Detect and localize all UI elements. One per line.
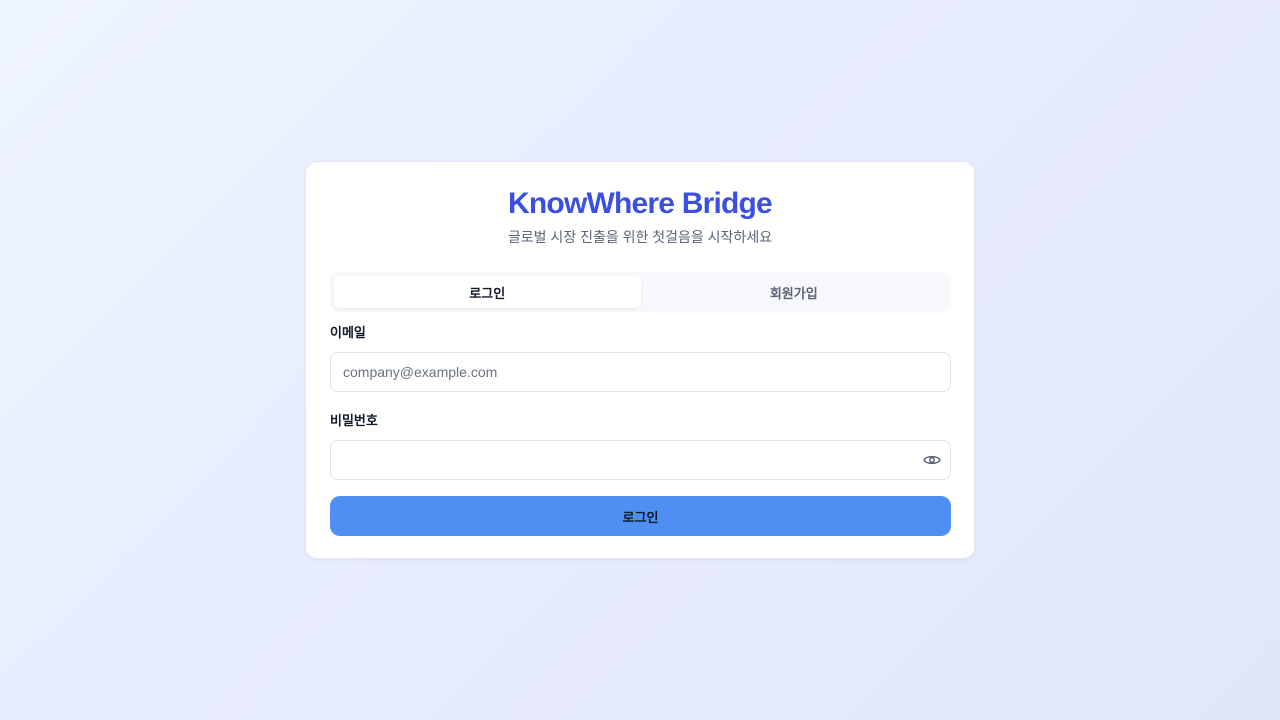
auth-card: KnowWhere Bridge 글로벌 시장 진출을 위한 첫걸음을 시작하세… [305,161,975,559]
tab-login[interactable]: 로그인 [334,276,641,308]
login-submit-button[interactable]: 로그인 [330,496,951,536]
app-title: KnowWhere Bridge [508,187,773,220]
email-field[interactable] [330,352,951,392]
password-label: 비밀번호 [330,413,378,428]
password-field[interactable] [330,440,951,480]
tab-signup[interactable]: 회원가입 [641,276,948,308]
eye-icon[interactable] [923,453,941,465]
auth-tabs: 로그인 회원가입 [330,272,951,312]
email-label: 이메일 [330,325,366,340]
app-subtitle: 글로벌 시장 진출을 위한 첫걸음을 시작하세요 [507,229,773,245]
